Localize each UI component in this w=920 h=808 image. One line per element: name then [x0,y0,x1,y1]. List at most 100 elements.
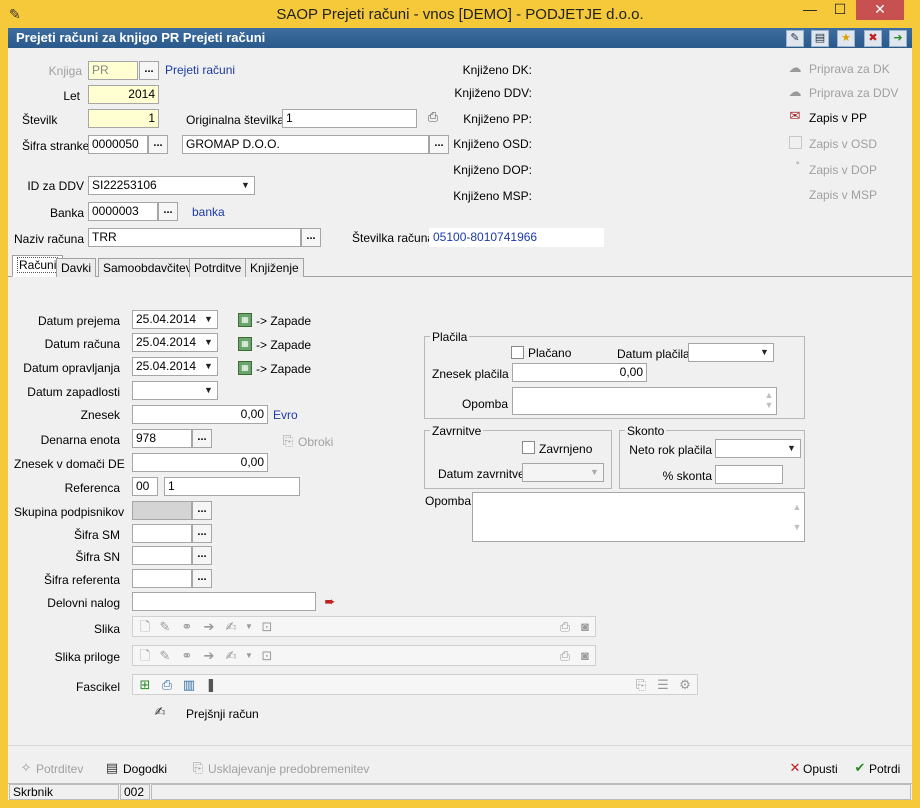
stranka-lookup-button[interactable]: ... [148,135,168,154]
star-icon[interactable]: ★ [837,30,855,47]
let-field[interactable]: 2014 [88,85,159,104]
znesek-dom-field[interactable]: 0,00 [132,453,268,472]
skupina-field[interactable] [132,501,192,520]
referenca-model-field[interactable]: 00 [132,477,158,496]
tab-samoobdavcitev[interactable]: Samoobdavčitev [98,258,197,277]
datum-placila-dropdown-icon[interactable]: ▼ [756,344,773,361]
znesek-field[interactable]: 0,00 [132,405,268,424]
tab-potrditve[interactable]: Potrditve [189,258,247,277]
opomba-scroll-icon[interactable]: ▲ ▼ [790,497,804,537]
minimize-button[interactable]: — [796,0,824,20]
placano-checkbox[interactable] [511,346,524,359]
exit-icon[interactable]: ➜ [889,30,907,47]
zapis-msp-button[interactable]: Zapis v MSP [809,188,877,202]
prejsnji-racun-button[interactable]: Prejšnji račun [186,707,259,721]
camera-icon[interactable]: ◙ [577,648,593,664]
close-button[interactable]: ✕ [856,0,904,20]
datum-zap-dropdown-icon[interactable]: ▼ [200,382,217,399]
tab-knjizenje[interactable]: Knjiženje [245,258,304,277]
opomba-field[interactable] [472,492,805,542]
denarna-lookup-button[interactable]: ... [192,429,212,448]
zapis-pp-button[interactable]: Zapis v PP [809,111,867,125]
list-icon[interactable]: ☰ [655,677,671,693]
opusti-button[interactable]: Opusti [803,762,838,776]
arrow-right-icon[interactable]: ➨ [322,594,338,610]
share-icon[interactable]: ⚭ [179,619,195,635]
datum-opr-dropdown-icon[interactable]: ▼ [200,358,217,375]
new-document-icon[interactable]: 🗋 [137,648,153,664]
zavrnjeno-checkbox[interactable] [522,441,535,454]
scan-icon[interactable]: ⎙ [557,648,573,664]
forward-icon[interactable]: ➔ [201,648,217,664]
zapade-label-3[interactable]: -> Zapade [256,362,311,376]
share-icon[interactable]: ⚭ [179,648,195,664]
stranka-name-field[interactable]: GROMAP D.O.O. [182,135,429,154]
idddv-dropdown-icon[interactable]: ▼ [237,177,254,194]
delovni-field[interactable] [132,592,316,611]
datum-racuna-dropdown-icon[interactable]: ▼ [200,334,217,351]
stevilka-racuna-field[interactable]: 05100-8010741966 [429,228,604,247]
edit-document-icon[interactable]: ✎ [157,619,173,635]
naziv-field[interactable]: TRR [88,228,301,247]
zapis-osd-button[interactable]: Zapis v OSD [809,137,877,151]
skupina-lookup-button[interactable]: ... [192,501,212,520]
sifra-stranke-field[interactable]: 0000050 [88,135,148,154]
banka-link[interactable]: banka [192,205,225,219]
printer-icon[interactable]: ⎙ [159,677,175,693]
datum-zavrnitve-dropdown-icon[interactable]: ▼ [586,464,603,481]
neto-rok-dropdown-icon[interactable]: ▼ [783,440,800,457]
delete-icon[interactable]: ✖ [864,30,882,47]
maximize-button[interactable]: ☐ [826,0,854,20]
idddv-field[interactable]: SI22253106 [88,176,255,195]
sifra-sn-lookup-button[interactable]: ... [192,546,212,565]
sign-icon[interactable]: ✍ [223,648,239,664]
lock-icon[interactable]: ⊡ [259,619,275,635]
copy-icon[interactable]: ⎘ [633,677,649,693]
sifra-sm-lookup-button[interactable]: ... [192,524,212,543]
calculator-icon[interactable]: ▦ [238,313,252,327]
sifra-ref-lookup-button[interactable]: ... [192,569,212,588]
priprava-dk-button[interactable]: Priprava za DK [809,62,890,76]
pct-skonta-field[interactable] [715,465,783,484]
orig-field[interactable]: 1 [282,109,417,128]
potrditev-button[interactable]: Potrditev [36,762,83,776]
lock-icon[interactable]: ⊡ [259,648,275,664]
add-folder-icon[interactable]: ⊞ [137,677,153,693]
sifra-sm-field[interactable] [132,524,192,543]
knjiga-lookup-button[interactable]: ... [139,61,159,80]
scan-icon[interactable]: ⎙ [557,619,573,635]
edit-document-icon[interactable]: ✎ [157,648,173,664]
tab-davki[interactable]: Davki [56,258,97,277]
binder-icon[interactable]: ❚ [203,677,219,693]
banka-lookup-button[interactable]: ... [158,202,178,221]
datum-prejema-dropdown-icon[interactable]: ▼ [200,311,217,328]
referenca-number-field[interactable]: 1 [164,477,300,496]
cabinet-icon[interactable]: ▥ [181,677,197,693]
edit-icon[interactable]: ✎ [786,30,804,47]
knjiga-field[interactable]: PR [88,61,138,80]
naziv-lookup-button[interactable]: ... [301,228,321,247]
zapis-dop-button[interactable]: Zapis v DOP [809,163,877,177]
table-icon[interactable]: ▤ [811,30,829,47]
sifra-sn-field[interactable] [132,546,192,565]
zapade-label-1[interactable]: -> Zapade [256,314,311,328]
banka-field[interactable]: 0000003 [88,202,158,221]
placila-opomba-scroll-icon[interactable]: ▲ ▼ [762,390,776,410]
calculator-icon[interactable]: ▦ [238,337,252,351]
potrdi-button[interactable]: Potrdi [869,762,900,776]
dogodki-button[interactable]: Dogodki [123,762,167,776]
forward-icon[interactable]: ➔ [201,619,217,635]
znesek-placila-field[interactable]: 0,00 [512,363,647,382]
new-document-icon[interactable]: 🗋 [137,619,153,635]
priprava-ddv-button[interactable]: Priprava za DDV [809,86,898,100]
usklajevanje-button[interactable]: Usklajevanje predobremenitev [208,762,369,776]
denarna-field[interactable]: 978 [132,429,192,448]
chevron-down-icon[interactable]: ▼ [241,648,257,664]
sifra-ref-field[interactable] [132,569,192,588]
placila-opomba-field[interactable] [512,387,777,415]
zapade-label-2[interactable]: -> Zapade [256,338,311,352]
settings-icon[interactable]: ⚙ [677,677,693,693]
obroki-button[interactable]: Obroki [298,435,333,449]
sign-icon[interactable]: ✍ [223,619,239,635]
camera-icon[interactable]: ◙ [577,619,593,635]
